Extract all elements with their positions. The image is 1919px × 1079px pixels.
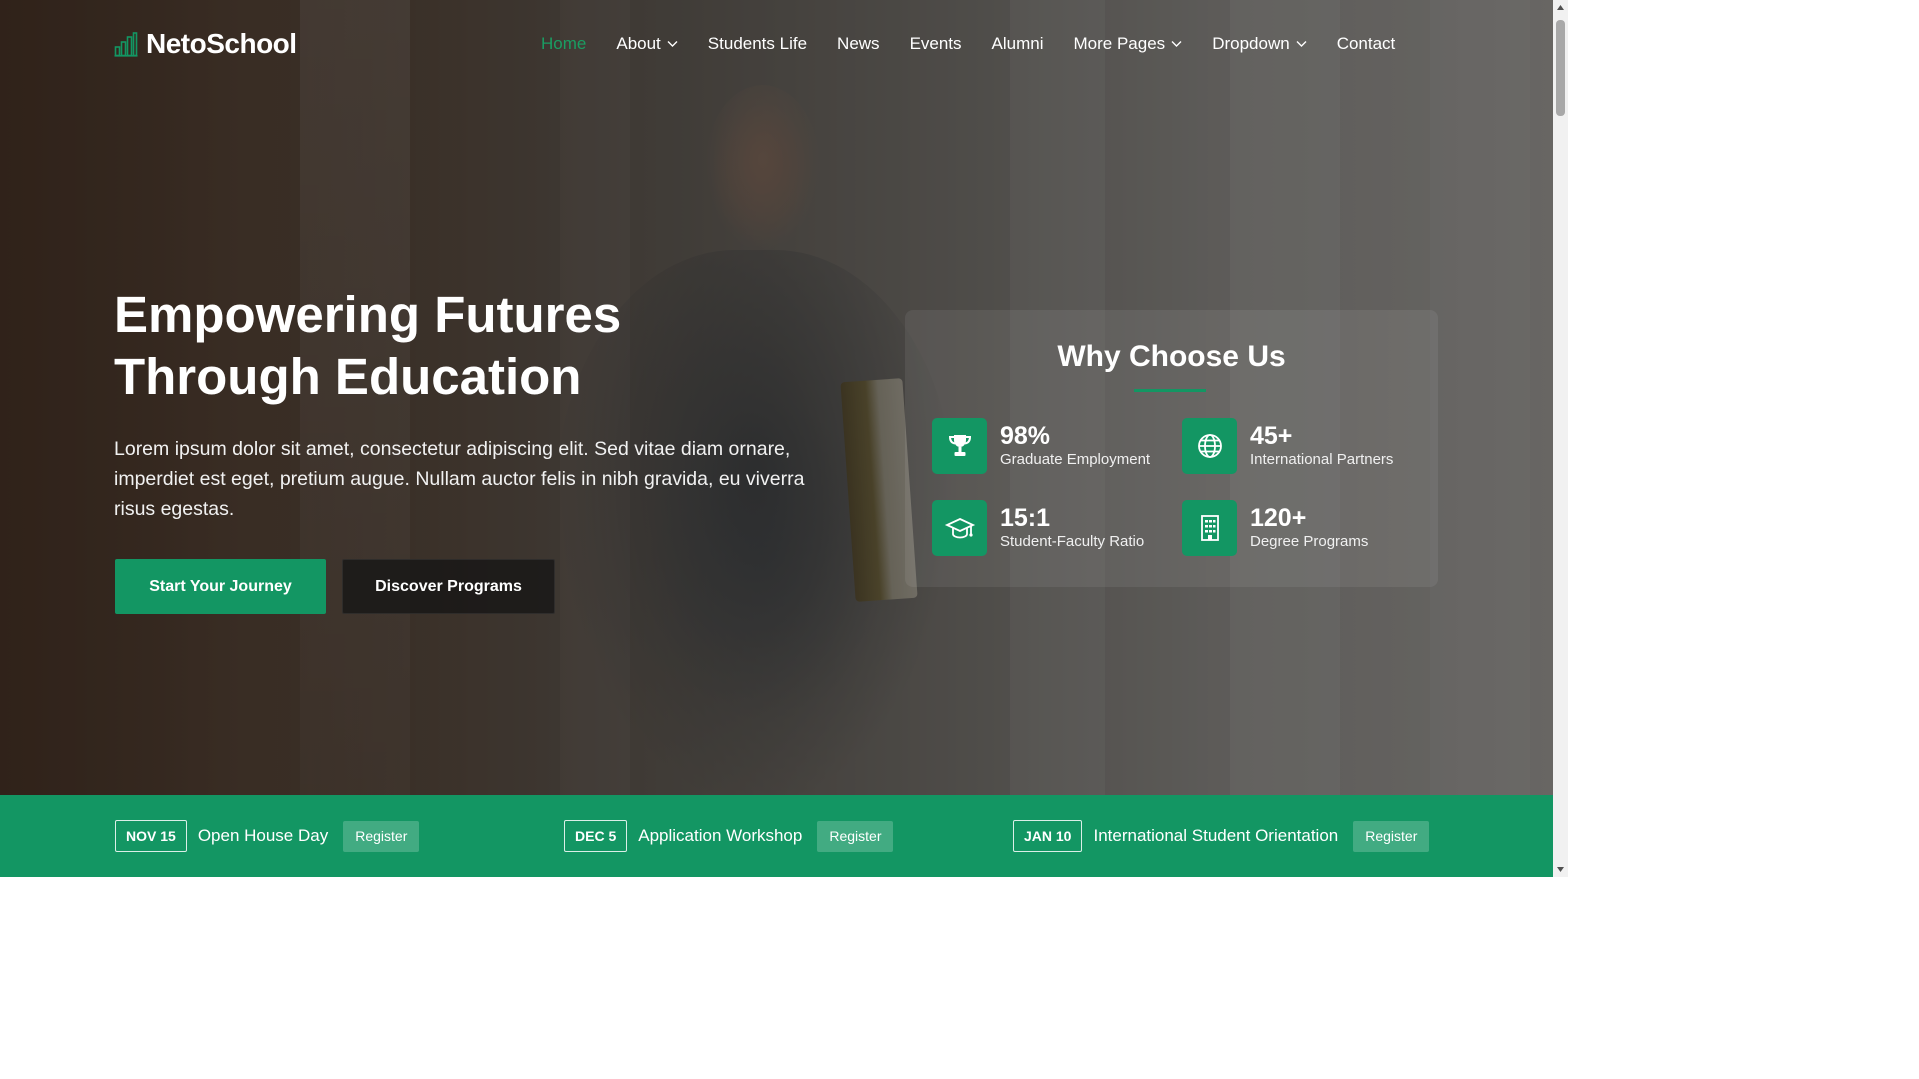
scroll-up-arrow-icon[interactable] [1556, 3, 1565, 12]
nav-label: Students Life [707, 34, 808, 53]
building-icon [1200, 515, 1219, 541]
hero-title-line2: Through Education [114, 348, 582, 405]
chevron-down-icon [667, 41, 678, 47]
event-date-badge: DEC 5 [564, 820, 628, 852]
nav-label: News [837, 34, 880, 53]
discover-programs-button[interactable]: Discover Programs [342, 559, 555, 614]
stat-text: 98% Graduate Employment [1000, 422, 1150, 470]
event-item: NOV 15 Open House Day Register [115, 820, 420, 852]
nav-label: Dropdown [1212, 34, 1290, 53]
nav-label: Home [541, 34, 587, 53]
hero-title-line1: Empowering Futures [114, 286, 622, 343]
stat-text: 45+ International Partners [1250, 422, 1393, 470]
nav-item-news[interactable]: News [837, 34, 880, 54]
event-title: International Student Orientation [1093, 826, 1339, 845]
event-date-badge: JAN 10 [1013, 820, 1083, 852]
globe-icon [1197, 434, 1222, 458]
title-underline [1134, 389, 1206, 392]
nav-item-contact[interactable]: Contact [1337, 34, 1396, 54]
register-button[interactable]: Register [1353, 820, 1430, 852]
stat-text: 120+ Degree Programs [1250, 504, 1368, 552]
hero-section: NetoSchool Home About Students Life News… [0, 0, 1553, 795]
stat-label: Degree Programs [1250, 533, 1369, 550]
nav-label: Events [909, 34, 962, 53]
nav-item-students-life[interactable]: Students Life [708, 34, 807, 54]
register-button[interactable]: Register [817, 820, 894, 852]
stat-icon-box [932, 500, 987, 556]
register-button[interactable]: Register [343, 820, 420, 852]
nav-item-alumni[interactable]: Alumni [992, 34, 1044, 54]
stat-graduate-employment: 98% Graduate Employment [932, 418, 1150, 474]
navbar: NetoSchool Home About Students Life News… [0, 0, 1553, 92]
start-journey-button[interactable]: Start Your Journey [115, 559, 326, 614]
event-item: DEC 5 Application Workshop Register [564, 820, 894, 852]
hero-title: Empowering Futures Through Education [114, 284, 814, 408]
scroll-down-arrow-icon[interactable] [1556, 865, 1565, 874]
hero-description: Lorem ipsum dolor sit amet, consectetur … [114, 438, 805, 520]
stat-icon-box [1182, 418, 1237, 474]
events-bar: NOV 15 Open House Day Register DEC 5 App… [0, 795, 1553, 877]
nav-label: About [616, 34, 661, 53]
stat-value: 98% [1000, 422, 1051, 450]
stat-value: 45+ [1250, 422, 1293, 450]
stat-label: Student-Faculty Ratio [1000, 533, 1145, 550]
why-choose-panel: Why Choose Us 98% Graduate Employment 45… [905, 310, 1438, 587]
stat-student-faculty-ratio: 15:1 Student-Faculty Ratio [932, 500, 1144, 556]
page-scrollbar[interactable] [1553, 0, 1568, 877]
brand-name: NetoSchool [146, 28, 297, 59]
logo[interactable]: NetoSchool [114, 28, 297, 60]
event-title: Application Workshop [638, 826, 803, 845]
nav-label: Alumni [991, 34, 1044, 53]
stat-label: Graduate Employment [1000, 451, 1151, 468]
nav-item-about[interactable]: About [616, 34, 678, 54]
trophy-icon [948, 435, 971, 456]
why-choose-title: Why Choose Us [1057, 340, 1286, 373]
event-title: Open House Day [197, 826, 329, 845]
chart-building-icon [114, 32, 138, 57]
nav-label: More Pages [1073, 34, 1166, 53]
stat-text: 15:1 Student-Faculty Ratio [1000, 504, 1144, 552]
nav-item-home[interactable]: Home [541, 34, 586, 54]
stat-value: 120+ [1250, 504, 1307, 532]
stat-degree-programs: 120+ Degree Programs [1182, 500, 1368, 556]
nav-item-more-pages[interactable]: More Pages [1074, 34, 1183, 54]
scrollbar-thumb[interactable] [1556, 20, 1565, 116]
nav-label: Contact [1336, 34, 1396, 53]
nav-item-dropdown[interactable]: Dropdown [1212, 34, 1307, 54]
stat-icon-box [932, 418, 987, 474]
stat-value: 15:1 [1000, 504, 1051, 532]
chevron-down-icon [1296, 41, 1307, 47]
stat-international-partners: 45+ International Partners [1182, 418, 1393, 474]
event-date-badge: NOV 15 [115, 820, 187, 852]
nav-item-events[interactable]: Events [910, 34, 962, 54]
event-item: JAN 10 International Student Orientation… [1013, 820, 1430, 852]
chevron-down-icon [1171, 41, 1182, 47]
stat-icon-box [1182, 500, 1237, 556]
graduation-cap-icon [944, 518, 975, 539]
main-nav: Home About Students Life News Events Alu… [541, 34, 1395, 54]
stat-label: International Partners [1250, 451, 1394, 468]
